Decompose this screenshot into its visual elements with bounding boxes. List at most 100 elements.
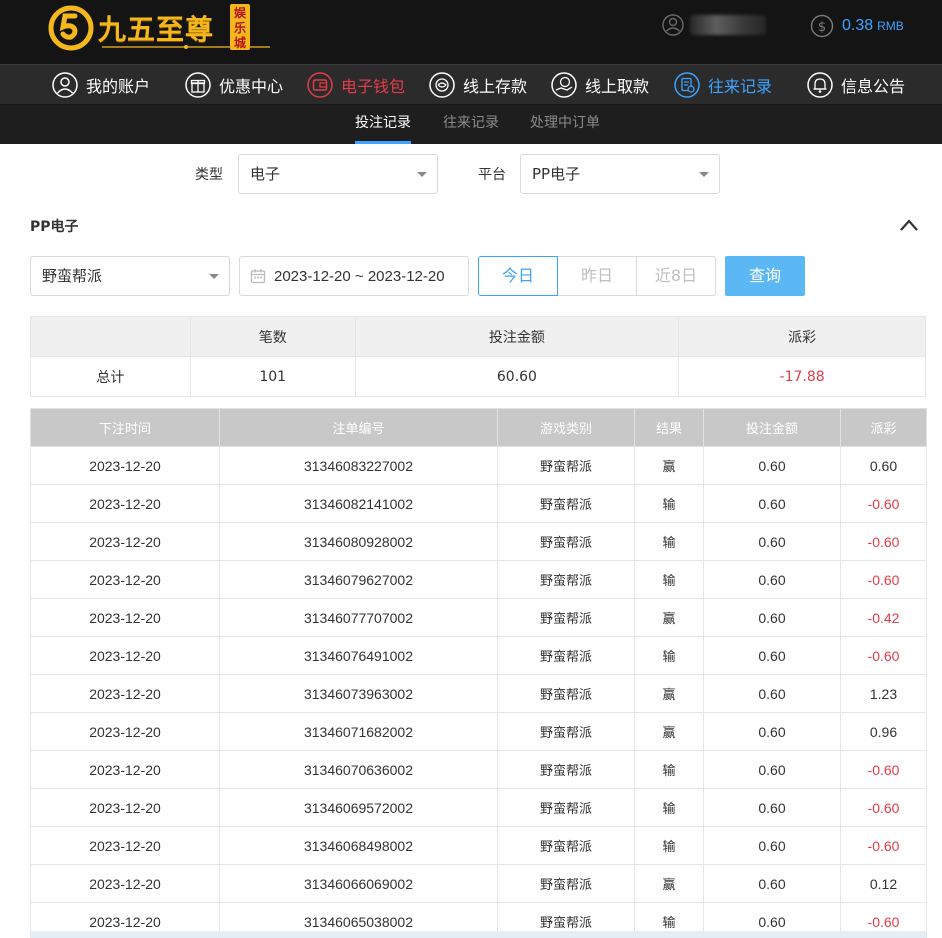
summary-bet-amount: 60.60 — [354, 356, 680, 397]
game-type-cell: 野蛮帮派 — [497, 864, 635, 903]
balance-amount: 0.38 — [842, 17, 874, 34]
bet-amount-cell: 0.60 — [703, 750, 841, 789]
nav-item-wallet[interactable]: 电子钱包 — [307, 65, 405, 105]
tab-bet-records[interactable]: 投注记录 — [355, 105, 411, 144]
type-select[interactable]: 电子 — [238, 154, 438, 194]
table-row: 2023-12-20 31346071682002 野蛮帮派赢 0.60 0.96 — [30, 712, 927, 751]
result-cell: 赢 — [634, 446, 704, 485]
game-type-cell: 野蛮帮派 — [497, 712, 635, 751]
nav-label: 往来记录 — [708, 77, 773, 96]
nav-label: 线上存款 — [463, 77, 528, 96]
bet-time-cell: 2023-12-20 — [30, 864, 220, 903]
range-yesterday-button[interactable]: 昨日 — [557, 256, 637, 296]
section-title: PP电子 — [30, 219, 79, 235]
range-8days-button[interactable]: 近8日 — [636, 256, 716, 296]
order-number-cell: 31346080928002 — [219, 522, 498, 561]
summary-header-cell — [30, 316, 191, 357]
payout-cell: -0.60 — [840, 636, 927, 675]
bet-amount-cell: 0.60 — [703, 674, 841, 713]
svg-text:$: $ — [818, 20, 826, 35]
nav-item-records[interactable]: 往来记录 — [674, 65, 772, 105]
payout-cell: -0.60 — [840, 788, 927, 827]
deposit-icon — [429, 72, 455, 98]
table-row: 2023-12-20 31346083227002 野蛮帮派赢 0.60 0.60 — [30, 446, 927, 485]
bet-time-cell: 2023-12-20 — [30, 750, 220, 789]
top-bar: 九五至尊 娱乐城 $ 0.38 RMB — [0, 0, 942, 64]
result-cell: 输 — [634, 788, 704, 827]
bet-amount-cell: 0.60 — [703, 864, 841, 903]
summary-payout: -17.88 — [678, 356, 926, 397]
summary-header-cell: 投注金额 — [354, 316, 680, 357]
nav-item-account[interactable]: 我的账户 — [52, 65, 150, 105]
bet-time-cell: 2023-12-20 — [30, 826, 220, 865]
game-type-cell: 野蛮帮派 — [497, 598, 635, 637]
records-header-cell: 派彩 — [840, 408, 927, 447]
payout-cell: -0.60 — [840, 484, 927, 523]
calendar-icon — [250, 269, 266, 284]
platform-value: PP电子 — [532, 165, 581, 183]
table-row: 2023-12-20 31346068498002 野蛮帮派输 0.60 -0.60 — [30, 826, 927, 865]
bet-amount-cell: 0.60 — [703, 826, 841, 865]
table-row: 2023-12-20 31346082141002 野蛮帮派输 0.60 -0.60 — [30, 484, 927, 523]
bet-time-cell: 2023-12-20 — [30, 712, 220, 751]
game-type-cell: 野蛮帮派 — [497, 788, 635, 827]
bet-time-cell: 2023-12-20 — [30, 560, 220, 599]
result-cell: 赢 — [634, 674, 704, 713]
user-avatar-icon — [662, 14, 684, 36]
summary-total-row: 总计 101 60.60 -17.88 — [30, 356, 926, 397]
logo-mark-icon — [48, 5, 94, 51]
tab-pending-orders[interactable]: 处理中订单 — [530, 105, 600, 144]
date-range-picker[interactable]: 2023-12-20 ~ 2023-12-20 — [239, 256, 469, 296]
game-type-cell: 野蛮帮派 — [497, 674, 635, 713]
balance-unit: RMB — [877, 19, 904, 33]
result-cell: 输 — [634, 560, 704, 599]
nav-label: 线上取款 — [585, 77, 650, 96]
order-number-cell: 31346071682002 — [219, 712, 498, 751]
order-number-cell: 31346076491002 — [219, 636, 498, 675]
type-value: 电子 — [250, 165, 281, 183]
wallet-icon — [307, 72, 333, 98]
chevron-up-icon[interactable] — [898, 216, 920, 234]
order-number-cell: 31346066069002 — [219, 864, 498, 903]
scroll-edge — [30, 931, 926, 938]
bet-amount-cell: 0.60 — [703, 598, 841, 637]
range-today-button[interactable]: 今日 — [478, 256, 558, 296]
tab-transactions[interactable]: 往来记录 — [443, 105, 499, 144]
payout-cell: -0.60 — [840, 826, 927, 865]
payout-cell: -0.60 — [840, 522, 927, 561]
summary-header-cell: 笔数 — [189, 316, 356, 357]
bet-amount-cell: 0.60 — [703, 788, 841, 827]
game-type-cell: 野蛮帮派 — [497, 750, 635, 789]
order-number-cell: 31346083227002 — [219, 446, 498, 485]
records-header-cell: 结果 — [634, 408, 704, 447]
payout-cell: -0.60 — [840, 750, 927, 789]
records-header-cell: 游戏类别 — [497, 408, 635, 447]
nav-item-promotions[interactable]: 优惠中心 — [185, 65, 283, 105]
bet-amount-cell: 0.60 — [703, 560, 841, 599]
payout-cell: 0.12 — [840, 864, 927, 903]
order-number-cell: 31346079627002 — [219, 560, 498, 599]
summary-total-label: 总计 — [30, 356, 191, 397]
order-number-cell: 31346070636002 — [219, 750, 498, 789]
query-button[interactable]: 查询 — [725, 256, 805, 296]
order-number-cell: 31346077707002 — [219, 598, 498, 637]
nav-item-deposit[interactable]: 线上存款 — [429, 65, 527, 105]
brand-logo[interactable]: 九五至尊 娱乐城 — [48, 2, 270, 54]
game-select[interactable]: 野蛮帮派 — [30, 256, 230, 296]
payout-cell: 1.23 — [840, 674, 927, 713]
payout-cell: -0.60 — [840, 560, 927, 599]
nav-label: 信息公告 — [841, 77, 906, 96]
game-type-cell: 野蛮帮派 — [497, 636, 635, 675]
summary-count: 101 — [189, 356, 356, 397]
user-info[interactable] — [662, 14, 766, 36]
game-type-cell: 野蛮帮派 — [497, 826, 635, 865]
bell-icon — [807, 72, 833, 98]
bet-time-cell: 2023-12-20 — [30, 484, 220, 523]
platform-select[interactable]: PP电子 — [520, 154, 720, 194]
main-nav: 我的账户 优惠中心 电子钱包 线上存款 线上取款 往来记录 信息公告 — [0, 64, 942, 105]
dollar-coin-icon: $ — [810, 14, 834, 38]
withdraw-icon — [551, 72, 577, 98]
nav-item-announcements[interactable]: 信息公告 — [807, 65, 905, 105]
nav-item-withdraw[interactable]: 线上取款 — [551, 65, 649, 105]
table-row: 2023-12-20 31346077707002 野蛮帮派赢 0.60 -0.42 — [30, 598, 927, 637]
